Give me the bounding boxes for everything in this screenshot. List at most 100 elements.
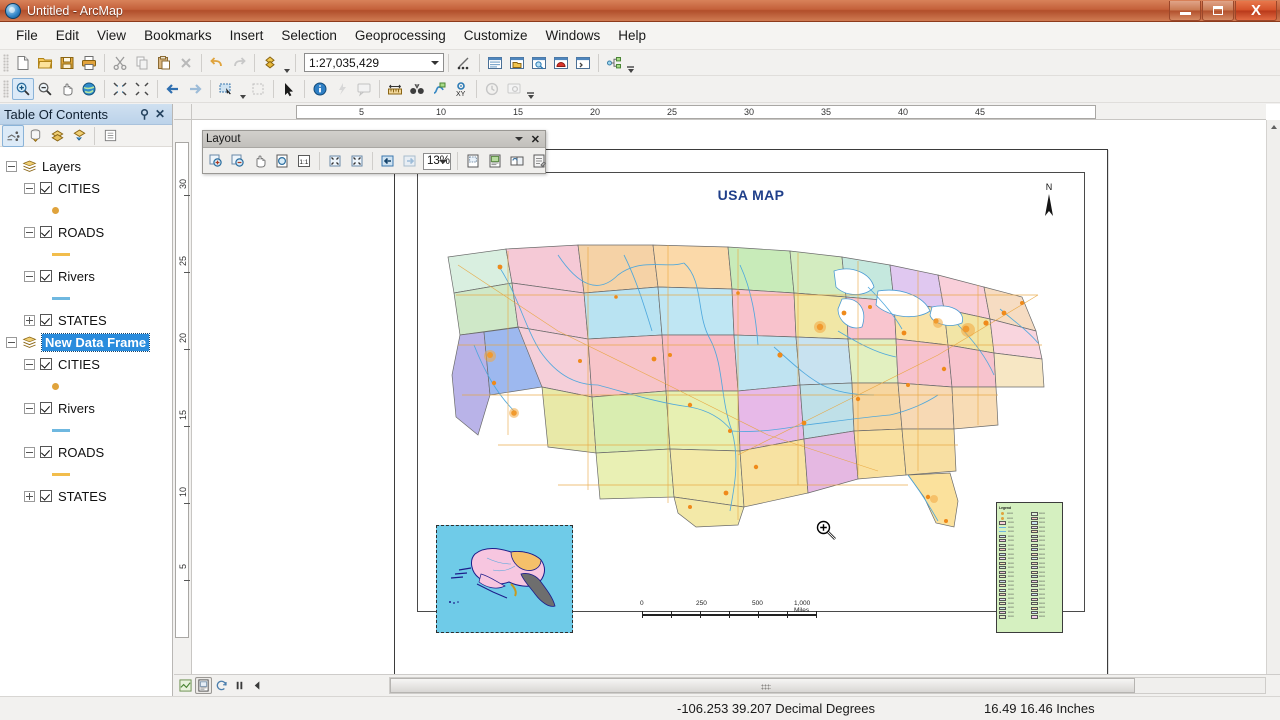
zoom-in-icon[interactable] [12,78,34,100]
layout-view-button[interactable] [195,677,212,694]
measure-icon[interactable] [384,78,406,100]
menu-item-file[interactable]: File [7,24,47,47]
list-by-source-icon[interactable] [24,125,46,147]
print-icon[interactable] [78,52,100,74]
model-builder-icon[interactable] [603,52,625,74]
chevron-down-icon[interactable] [431,61,439,65]
paste-icon[interactable] [153,52,175,74]
new-map-file-icon[interactable] [12,52,34,74]
hyperlink-icon[interactable] [331,78,353,100]
layer-visibility-checkbox[interactable] [40,314,52,326]
menu-item-bookmarks[interactable]: Bookmarks [135,24,221,47]
menu-item-geoprocessing[interactable]: Geoprocessing [346,24,455,47]
go-back-extent-icon[interactable] [162,78,184,100]
menu-item-windows[interactable]: Windows [537,24,610,47]
close-icon[interactable]: ✕ [152,107,168,121]
list-by-selection-icon[interactable] [68,125,90,147]
identify-icon[interactable] [309,78,331,100]
list-by-drawing-order-icon[interactable] [2,124,24,147]
close-icon[interactable]: ✕ [531,133,540,146]
toc-layer-symbol[interactable] [0,199,172,221]
layout-horizontal-scrollbar[interactable] [389,677,1266,694]
layout-page[interactable]: USA MAP N 0 250 500 1,000 Miles Legend ▪… [394,149,1108,674]
toc-layer-states[interactable]: STATES [0,485,172,507]
toc-layer-roads[interactable]: ROADS [0,221,172,243]
layout-zoom-out-icon[interactable] [227,150,249,172]
fixed-zoom-out-icon[interactable] [131,78,153,100]
menu-item-help[interactable]: Help [609,24,655,47]
open-folder-icon[interactable] [34,52,56,74]
add-data-icon[interactable] [259,52,281,74]
select-elements-arrow-icon[interactable] [278,78,300,100]
refresh-view-button[interactable] [213,677,230,694]
toc-layer-symbol[interactable] [0,375,172,397]
create-viewer-window-icon[interactable] [503,78,525,100]
horizontal-ruler[interactable]: 5 10 15 20 25 30 35 40 45 [192,104,1266,120]
toolbar-grip[interactable] [3,80,9,98]
find-binoculars-icon[interactable] [406,78,428,100]
go-forward-extent-icon[interactable] [399,150,421,172]
toc-layer-rivers[interactable]: Rivers [0,397,172,419]
save-disk-icon[interactable] [56,52,78,74]
layout-zoom-in-icon[interactable] [205,150,227,172]
catalog-window-icon[interactable] [506,52,528,74]
delete-x-icon[interactable] [175,52,197,74]
pause-drawing-button[interactable] [231,677,248,694]
expander-icon[interactable] [24,490,35,502]
map-scale-combobox[interactable]: 1:27,035,429 [304,53,444,72]
layer-visibility-checkbox[interactable] [40,402,52,414]
toggle-draw-button[interactable] [249,677,266,694]
minimize-button[interactable] [1169,0,1201,21]
toc-layer-cities[interactable]: CITIES [0,177,172,199]
toolbar-grip[interactable] [3,53,9,72]
close-button[interactable]: X [1235,0,1277,21]
pan-hand-icon[interactable] [56,78,78,100]
change-layout-icon[interactable] [484,150,506,172]
clear-selection-icon[interactable] [247,78,269,100]
zoom-100-percent-icon[interactable]: 1:1 [293,150,315,172]
expander-icon[interactable] [6,160,17,172]
focus-data-frame-icon[interactable] [462,150,484,172]
layout-zoom-combobox[interactable]: 13% [423,152,452,170]
fixed-zoom-out-page-icon[interactable] [346,150,368,172]
list-by-visibility-icon[interactable] [46,125,68,147]
layout-canvas[interactable]: USA MAP N 0 250 500 1,000 Miles Legend ▪… [193,121,1266,674]
data-driven-pages-icon[interactable] [506,150,528,172]
menu-item-selection[interactable]: Selection [272,24,346,47]
layout-toolbar[interactable]: Layout ✕ 1:1 13% [202,130,547,174]
arctoolbox-icon[interactable] [550,52,572,74]
data-view-button[interactable] [177,677,194,694]
copy-icon[interactable] [131,52,153,74]
layout-pan-icon[interactable] [249,150,271,172]
layer-visibility-checkbox[interactable] [40,490,52,502]
go-forward-extent-icon[interactable] [184,78,206,100]
toc-layer-roads[interactable]: ROADS [0,441,172,463]
expander-icon[interactable] [24,226,35,238]
chevron-down-icon[interactable] [514,137,523,141]
toc-layer-symbol[interactable] [0,243,172,265]
layout-toolbar-title-bar[interactable]: Layout ✕ [203,131,545,148]
expander-icon[interactable] [24,314,35,326]
layer-visibility-checkbox[interactable] [40,358,52,370]
python-window-icon[interactable] [572,52,594,74]
toc-layer-states[interactable]: STATES [0,309,172,331]
standard-toolbar-overflow[interactable] [626,53,635,73]
full-extent-globe-icon[interactable] [78,78,100,100]
expander-icon[interactable] [24,446,35,458]
pin-icon[interactable]: ⚲ [137,107,152,121]
toc-layer-symbol[interactable] [0,287,172,309]
toc-options-icon[interactable] [99,125,121,147]
undo-arrow-icon[interactable] [206,52,228,74]
scrollbar-thumb[interactable] [390,678,1135,693]
vertical-ruler[interactable]: 30 25 20 15 10 5 [174,120,192,674]
layer-visibility-checkbox[interactable] [40,226,52,238]
table-of-contents-icon[interactable] [484,52,506,74]
toc-tree[interactable]: Layers CITIES ROADS Rivers STATES New Data Fr… [0,147,172,695]
fixed-zoom-in-page-icon[interactable] [324,150,346,172]
expander-icon[interactable] [24,270,35,282]
maximize-button[interactable] [1202,0,1234,21]
chevron-down-icon[interactable] [439,159,448,164]
html-popup-icon[interactable] [353,78,375,100]
toc-layer-symbol[interactable] [0,463,172,485]
go-back-extent-icon[interactable] [377,150,399,172]
